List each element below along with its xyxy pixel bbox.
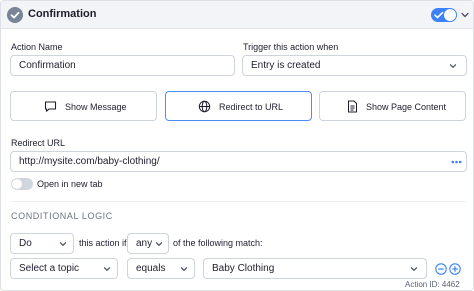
- action-name-label: Action Name: [11, 42, 63, 52]
- open-new-tab-label: Open in new tab: [37, 179, 103, 189]
- topic-select-value: Select a topic: [19, 263, 80, 274]
- toggle-knob: [444, 9, 456, 21]
- match-value-select[interactable]: Baby Clothing: [203, 258, 427, 279]
- toggle-knob: [12, 179, 22, 189]
- show-message-label: Show Message: [65, 102, 127, 112]
- show-page-content-button[interactable]: Show Page Content: [319, 91, 466, 121]
- trigger-select-value: Entry is created: [251, 60, 321, 71]
- match-value-select-value: Baby Clothing: [212, 263, 275, 274]
- document-icon: [348, 100, 357, 113]
- trigger-label: Trigger this action when: [243, 42, 339, 52]
- chevron-down-icon: [155, 242, 163, 246]
- action-name-input[interactable]: Confirmation: [10, 55, 235, 76]
- globe-icon: [198, 100, 211, 113]
- show-message-button[interactable]: Show Message: [10, 91, 157, 121]
- open-new-tab-toggle[interactable]: [11, 178, 33, 190]
- chevron-down-icon: [103, 267, 111, 271]
- section-divider: [11, 201, 466, 202]
- trigger-select[interactable]: Entry is created: [242, 55, 467, 76]
- more-options-icon[interactable]: [451, 160, 462, 164]
- any-select[interactable]: any: [127, 233, 169, 254]
- chevron-down-icon: [180, 267, 188, 271]
- add-condition-icon[interactable]: [449, 263, 461, 275]
- action-panel: Confirmation Action Name Confirmation Tr…: [0, 0, 474, 291]
- check-circle-icon: [7, 7, 23, 23]
- remove-condition-icon[interactable]: [435, 263, 447, 275]
- do-select[interactable]: Do: [10, 233, 74, 254]
- show-page-content-label: Show Page Content: [366, 102, 447, 112]
- chevron-down-icon[interactable]: [460, 10, 470, 20]
- chevron-down-icon: [59, 242, 67, 246]
- chevron-down-icon: [449, 64, 457, 68]
- redirect-to-url-label: Redirect to URL: [219, 102, 284, 112]
- chat-bubble-icon: [44, 101, 57, 112]
- redirect-to-url-button[interactable]: Redirect to URL: [165, 91, 312, 121]
- topic-select[interactable]: Select a topic: [10, 258, 118, 279]
- action-title: Confirmation: [28, 8, 97, 20]
- action-id: Action ID: 4462: [405, 280, 460, 289]
- redirect-url-value: http://mysite.com/baby-clothing/: [19, 156, 160, 167]
- this-action-if-text: this action if: [79, 238, 127, 248]
- conditional-logic-heading: CONDITIONAL LOGIC: [11, 211, 113, 221]
- any-select-value: any: [136, 238, 153, 249]
- redirect-url-input[interactable]: http://mysite.com/baby-clothing/: [10, 151, 467, 172]
- do-select-value: Do: [19, 238, 32, 249]
- following-match-text: of the following match:: [173, 238, 263, 248]
- redirect-url-label: Redirect URL: [11, 138, 66, 148]
- operator-select[interactable]: equals: [127, 258, 195, 279]
- operator-select-value: equals: [136, 263, 166, 274]
- action-header[interactable]: Confirmation: [1, 1, 473, 29]
- action-enabled-toggle[interactable]: [431, 8, 457, 22]
- chevron-down-icon: [410, 267, 418, 271]
